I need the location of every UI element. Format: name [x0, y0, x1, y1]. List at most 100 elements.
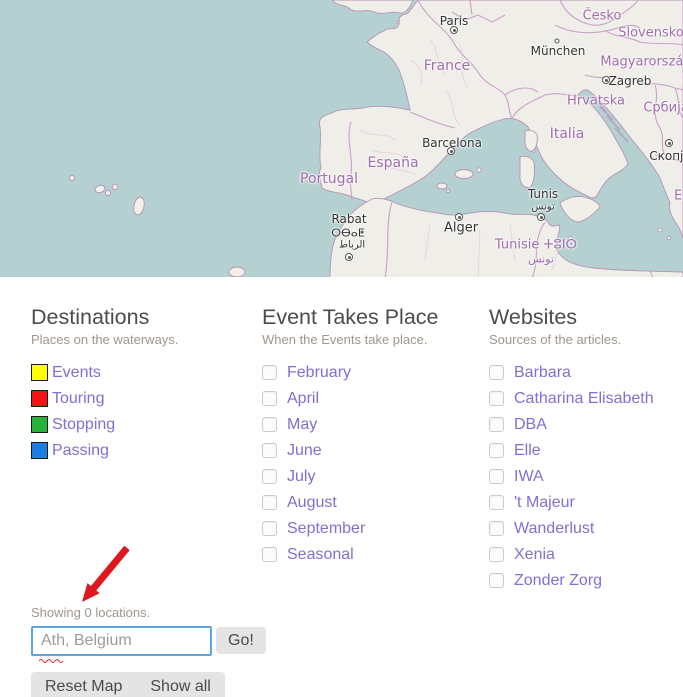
destinations-subtitle: Places on the waterways. — [31, 332, 262, 347]
page: FranceEspañaPortugalItaliaČeskoSlovensko… — [0, 0, 683, 697]
website-item: IWA — [489, 464, 683, 490]
month-checkbox[interactable] — [262, 547, 277, 562]
website-link[interactable]: Barbara — [514, 364, 571, 382]
website-link[interactable]: 't Majeur — [514, 494, 575, 512]
map-country-label: France — [424, 58, 471, 74]
month-link[interactable]: September — [287, 520, 365, 538]
website-checkbox[interactable] — [489, 495, 504, 510]
go-button[interactable]: Go! — [216, 627, 266, 654]
content: Destinations Places on the waterways. Ev… — [0, 305, 683, 697]
map-country-label: Portugal — [300, 171, 358, 187]
month-item: February — [262, 360, 489, 386]
legend-link[interactable]: Passing — [52, 442, 109, 460]
map-country-label: Ελ — [674, 189, 683, 204]
map-place-marker-icon — [555, 39, 560, 44]
month-item: July — [262, 464, 489, 490]
website-item: Wanderlust — [489, 516, 683, 542]
map-place-marker-icon — [602, 76, 610, 84]
websites-subtitle: Sources of the articles. — [489, 332, 683, 347]
map-country-label: Tunisie ⵜⵓⵏⵙ — [495, 238, 577, 253]
map-place-marker-icon — [447, 147, 455, 155]
map-country-label: Magyarország — [600, 55, 683, 70]
map-country-label: Italia — [550, 126, 585, 142]
website-link[interactable]: DBA — [514, 416, 547, 434]
map-city-label: تونس — [531, 202, 554, 213]
website-item: Zonder Zorg — [489, 568, 683, 594]
map-city-label: Alger — [444, 221, 478, 236]
website-checkbox[interactable] — [489, 573, 504, 588]
month-item: September — [262, 516, 489, 542]
website-checkbox[interactable] — [489, 469, 504, 484]
website-link[interactable]: IWA — [514, 468, 544, 486]
website-link[interactable]: Wanderlust — [514, 520, 594, 538]
map-city-label: München — [531, 44, 586, 58]
website-link[interactable]: Xenia — [514, 546, 555, 564]
month-checkbox[interactable] — [262, 417, 277, 432]
map-country-label: Hrvatska — [567, 94, 625, 109]
month-checkbox[interactable] — [262, 469, 277, 484]
website-link[interactable]: Catharina Elisabeth — [514, 390, 654, 408]
website-checkbox[interactable] — [489, 391, 504, 406]
website-checkbox[interactable] — [489, 443, 504, 458]
show-all-button[interactable]: Show all — [136, 672, 224, 697]
map-country-label: Slovensko — [618, 26, 683, 41]
legend-color-swatch — [31, 390, 48, 407]
map-city-label: Rabat — [331, 212, 366, 226]
location-search-input[interactable] — [31, 626, 212, 656]
month-checkbox[interactable] — [262, 365, 277, 380]
destinations-title: Destinations — [31, 305, 262, 330]
map-place-marker-icon — [455, 213, 463, 221]
month-link[interactable]: February — [287, 364, 351, 382]
month-checkbox[interactable] — [262, 391, 277, 406]
map-place-marker-icon — [537, 213, 545, 221]
month-item: Seasonal — [262, 542, 489, 568]
website-checkbox[interactable] — [489, 521, 504, 536]
legend-color-swatch — [31, 442, 48, 459]
website-checkbox[interactable] — [489, 365, 504, 380]
month-item: August — [262, 490, 489, 516]
map-place-marker-icon — [450, 26, 458, 34]
websites-title: Websites — [489, 305, 683, 330]
legend-item: Stopping — [31, 412, 262, 438]
map[interactable]: FranceEspañaPortugalItaliaČeskoSlovensko… — [0, 0, 683, 277]
website-item: Barbara — [489, 360, 683, 386]
events-section: Event Takes Place When the Events take p… — [262, 305, 489, 594]
month-link[interactable]: July — [287, 468, 315, 486]
legend-color-swatch — [31, 364, 48, 381]
map-labels: FranceEspañaPortugalItaliaČeskoSlovensko… — [0, 0, 683, 277]
status-text: Showing 0 locations. — [31, 605, 683, 620]
month-link[interactable]: April — [287, 390, 319, 408]
legend-item: Passing — [31, 438, 262, 464]
map-city-label: Zagreb — [609, 74, 652, 88]
website-link[interactable]: Zonder Zorg — [514, 572, 602, 590]
map-place-marker-icon — [345, 253, 353, 261]
website-item: DBA — [489, 412, 683, 438]
website-item: Catharina Elisabeth — [489, 386, 683, 412]
month-link[interactable]: June — [287, 442, 322, 460]
month-link[interactable]: Seasonal — [287, 546, 354, 564]
map-country-label: España — [367, 155, 418, 171]
websites-section: Websites Sources of the articles. Barbar… — [489, 305, 683, 594]
month-checkbox[interactable] — [262, 443, 277, 458]
map-country-label: تونس — [528, 253, 554, 266]
legend-link[interactable]: Touring — [52, 390, 104, 408]
website-item: 't Majeur — [489, 490, 683, 516]
map-city-label: Tunis — [528, 187, 558, 201]
search-box — [31, 626, 212, 656]
events-title: Event Takes Place — [262, 305, 489, 330]
search-row: Go! — [31, 626, 683, 656]
website-link[interactable]: Elle — [514, 442, 541, 460]
month-checkbox[interactable] — [262, 495, 277, 510]
website-checkbox[interactable] — [489, 417, 504, 432]
legend-link[interactable]: Events — [52, 364, 101, 382]
legend-link[interactable]: Stopping — [52, 416, 115, 434]
website-checkbox[interactable] — [489, 547, 504, 562]
month-checkbox[interactable] — [262, 521, 277, 536]
legend-item: Touring — [31, 386, 262, 412]
month-link[interactable]: May — [287, 416, 317, 434]
legend-item: Events — [31, 360, 262, 386]
month-link[interactable]: August — [287, 494, 337, 512]
legend-color-swatch — [31, 416, 48, 433]
map-city-label: ⵔⴱⴰⵟ — [331, 227, 364, 240]
reset-map-button[interactable]: Reset Map — [31, 672, 136, 697]
